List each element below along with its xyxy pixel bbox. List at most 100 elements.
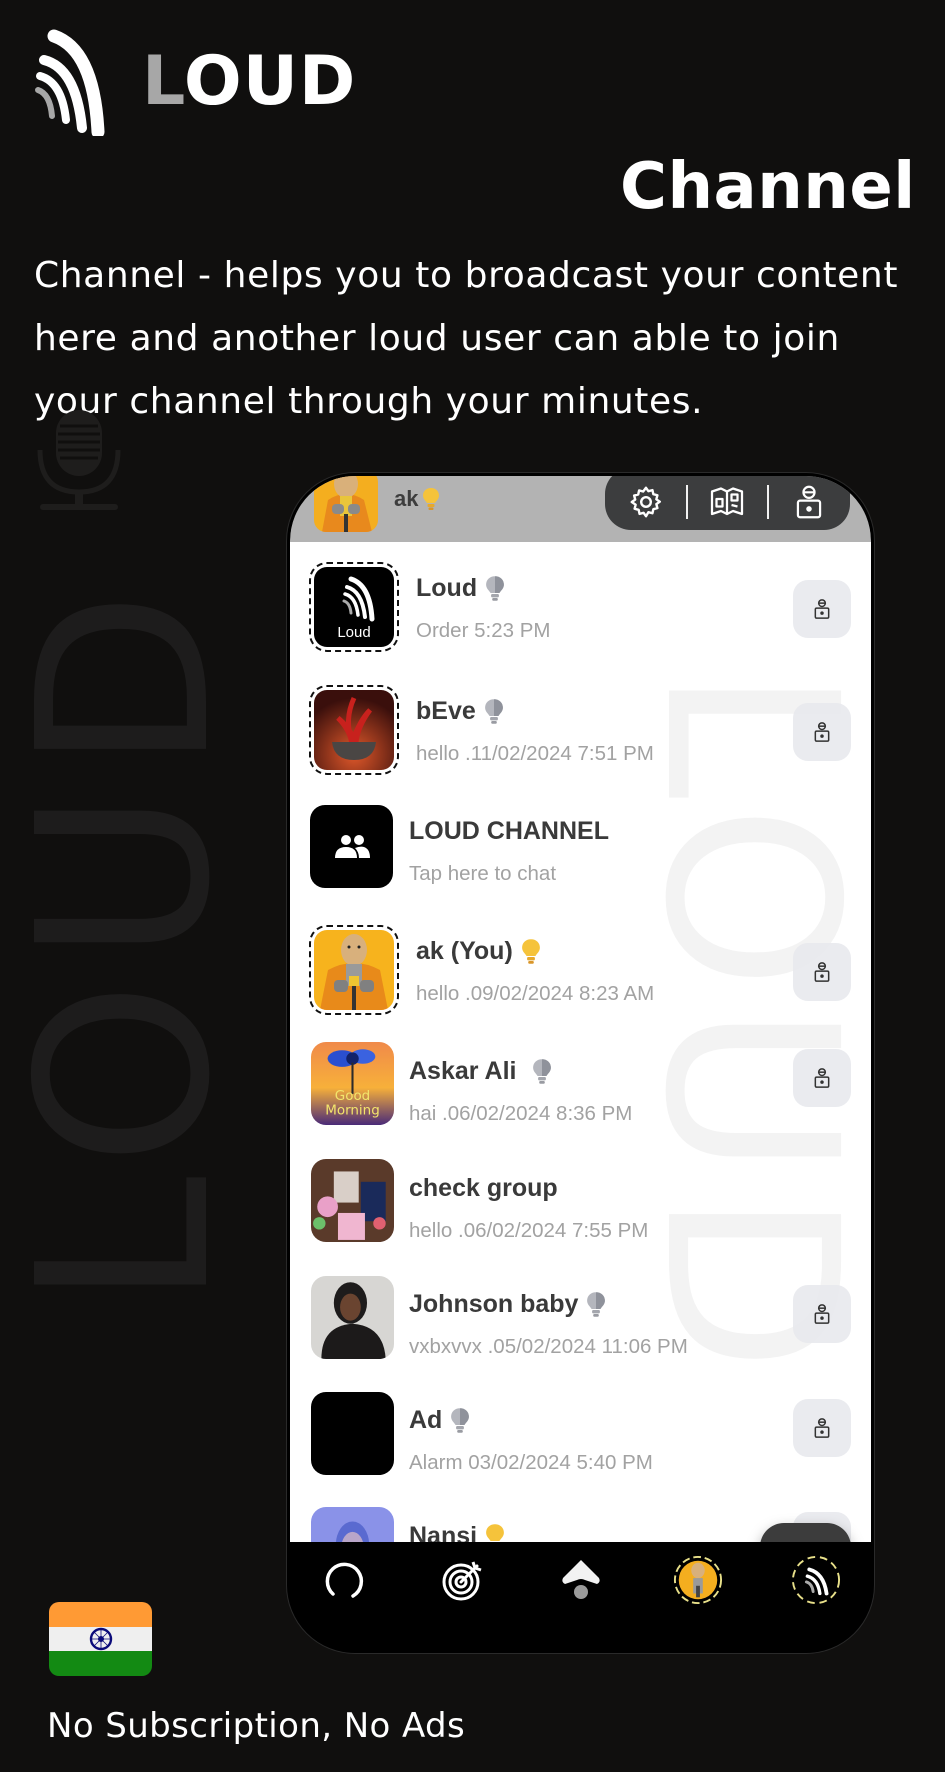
- bulb-off-icon: [533, 1059, 552, 1084]
- feature-description: Channel - helps you to broadcast your co…: [34, 255, 899, 422]
- sound-waves-icon: [35, 29, 105, 136]
- private-button[interactable]: [787, 480, 831, 524]
- gifts-image: [311, 1159, 394, 1242]
- user-laptop-icon: [814, 722, 830, 742]
- good-morning-avatar: Good Morning: [311, 1042, 394, 1125]
- avatar-morning-label: Morning: [325, 1103, 380, 1119]
- profile-avatar-icon: [674, 1555, 723, 1605]
- chat-row-askar-ali[interactable]: Good Morning Askar Ali hai .06/02/2024 8…: [290, 1025, 871, 1141]
- phone-mockup: ak LOUD Loud Loud Order 5:23 PM bEve hel…: [287, 473, 874, 1653]
- page-title: Channel: [620, 150, 916, 224]
- chat-subtitle: hello .09/02/2024 8:23 AM: [416, 982, 655, 1005]
- chat-avatar: [309, 685, 399, 775]
- bulb-off-icon: [486, 576, 504, 601]
- bulb-off-icon: [587, 1292, 606, 1317]
- chat-name: bEve: [416, 697, 504, 726]
- cheetah-avatar: [314, 930, 394, 1010]
- chat-name-label: ak (You): [416, 937, 513, 965]
- user-laptop-icon: [814, 1068, 830, 1088]
- cheetah-avatar-image: [314, 930, 394, 1010]
- brand-name: LOUD: [142, 48, 356, 116]
- sound-waves-icon: Loud: [337, 576, 375, 641]
- chat-name-label: LOUD CHANNEL: [409, 817, 609, 845]
- avatar-loud-label: Loud: [337, 624, 370, 641]
- private-chat-button[interactable]: [793, 703, 851, 761]
- brand-rest: OUD: [183, 42, 357, 121]
- loud-channel-icon: [791, 1555, 841, 1605]
- brand-header: LOUD: [30, 28, 356, 136]
- cheetah-avatar-image: [314, 476, 378, 532]
- nav-goals-button[interactable]: [438, 1555, 488, 1605]
- chat-subtitle: vxbxvvx .05/02/2024 11:06 PM: [409, 1335, 688, 1358]
- toolbar-divider: [767, 485, 770, 519]
- chat-name-label: Loud: [416, 574, 478, 602]
- nav-home-button[interactable]: [556, 1555, 606, 1605]
- background-loud-label: LOUD: [0, 572, 262, 1308]
- user-laptop-icon: [814, 962, 830, 982]
- black-avatar: [311, 1392, 394, 1475]
- chat-name: Askar Ali: [409, 1057, 552, 1086]
- chat-name: Ad: [409, 1406, 470, 1435]
- chat-subtitle: hello .11/02/2024 7:51 PM: [416, 742, 654, 765]
- search-button[interactable]: [760, 1523, 851, 1542]
- bulb-on-icon: [521, 939, 540, 964]
- private-chat-button[interactable]: [793, 943, 851, 1001]
- chat-name-label: Nansi: [409, 1522, 478, 1542]
- person-blue-image: [311, 1507, 394, 1542]
- chat-subtitle: Order 5:23 PM: [416, 619, 551, 642]
- gear-icon: [630, 486, 661, 518]
- chat-name: Johnson baby: [409, 1290, 606, 1319]
- group-avatar: [310, 805, 393, 888]
- chat-subtitle: Alarm 03/02/2024 5:40 PM: [409, 1451, 653, 1474]
- chat-row-check-group[interactable]: check group hello .06/02/2024 7:55 PM: [290, 1142, 871, 1258]
- settings-button[interactable]: [624, 480, 668, 524]
- bulb-on-icon: [423, 488, 440, 510]
- nav-status-button[interactable]: [320, 1555, 370, 1605]
- chat-subtitle: hai .06/02/2024 8:36 PM: [409, 1102, 633, 1125]
- chat-name-label: Askar Ali: [409, 1057, 517, 1085]
- loud-logo-avatar: Loud: [314, 567, 394, 647]
- chat-name: Nansi: [409, 1522, 505, 1542]
- chat-row-ak-you[interactable]: ak (You) hello .09/02/2024 8:23 AM: [290, 905, 871, 1021]
- header-avatar[interactable]: [314, 476, 378, 532]
- nav-channel-button[interactable]: [791, 1555, 841, 1605]
- gifts-avatar: [311, 1159, 394, 1242]
- toolbar-divider: [685, 485, 688, 519]
- private-chat-button[interactable]: [793, 1049, 851, 1107]
- good-morning-image: Good Morning: [311, 1042, 394, 1125]
- chat-row-johnson-baby[interactable]: Johnson baby vxbxvvx .05/02/2024 11:06 P…: [290, 1258, 871, 1374]
- user-laptop-icon: [814, 1418, 830, 1438]
- bulb-off-icon: [451, 1408, 470, 1433]
- person-hijab-image: [311, 1276, 394, 1359]
- chat-list: LOUD Loud Loud Order 5:23 PM bEve hello …: [290, 542, 871, 1542]
- home-up-icon: [561, 1560, 600, 1599]
- chat-subtitle: hello .06/02/2024 7:55 PM: [409, 1219, 649, 1242]
- private-chat-button[interactable]: [793, 1399, 851, 1457]
- header-user-label: ak: [394, 486, 419, 511]
- chat-avatar: Loud: [309, 562, 399, 652]
- chakra-icon: [89, 1627, 112, 1650]
- chat-name-label: bEve: [416, 697, 476, 725]
- nav-profile-button[interactable]: [673, 1555, 723, 1605]
- person-blue-avatar: [311, 1507, 394, 1542]
- private-chat-button[interactable]: [793, 1285, 851, 1343]
- chat-row-loud-channel[interactable]: LOUD CHANNEL Tap here to chat: [290, 785, 871, 901]
- target-icon: [442, 1561, 482, 1601]
- person-hijab-avatar: [311, 1276, 394, 1359]
- chat-name: Loud: [416, 574, 505, 603]
- header-user-name: ak: [394, 486, 440, 512]
- chat-row-beve[interactable]: bEve hello .11/02/2024 7:51 PM: [290, 665, 871, 781]
- chat-name-label: Ad: [409, 1406, 443, 1434]
- chat-row-loud[interactable]: Loud Loud Order 5:23 PM: [290, 542, 871, 658]
- bulb-off-icon: [484, 699, 503, 724]
- book-icon: [711, 487, 744, 516]
- guide-button[interactable]: [705, 480, 749, 524]
- chat-name-label: check group: [409, 1174, 558, 1202]
- brand-first-letter: L: [142, 42, 184, 121]
- group-icon: [334, 834, 370, 858]
- phone-screen: ak LOUD Loud Loud Order 5:23 PM bEve hel…: [290, 476, 871, 1650]
- chat-row-ad[interactable]: Ad Alarm 03/02/2024 5:40 PM: [290, 1374, 871, 1490]
- chat-name: ak (You): [416, 937, 541, 966]
- india-flag-icon: [49, 1602, 152, 1676]
- private-chat-button[interactable]: [793, 580, 851, 638]
